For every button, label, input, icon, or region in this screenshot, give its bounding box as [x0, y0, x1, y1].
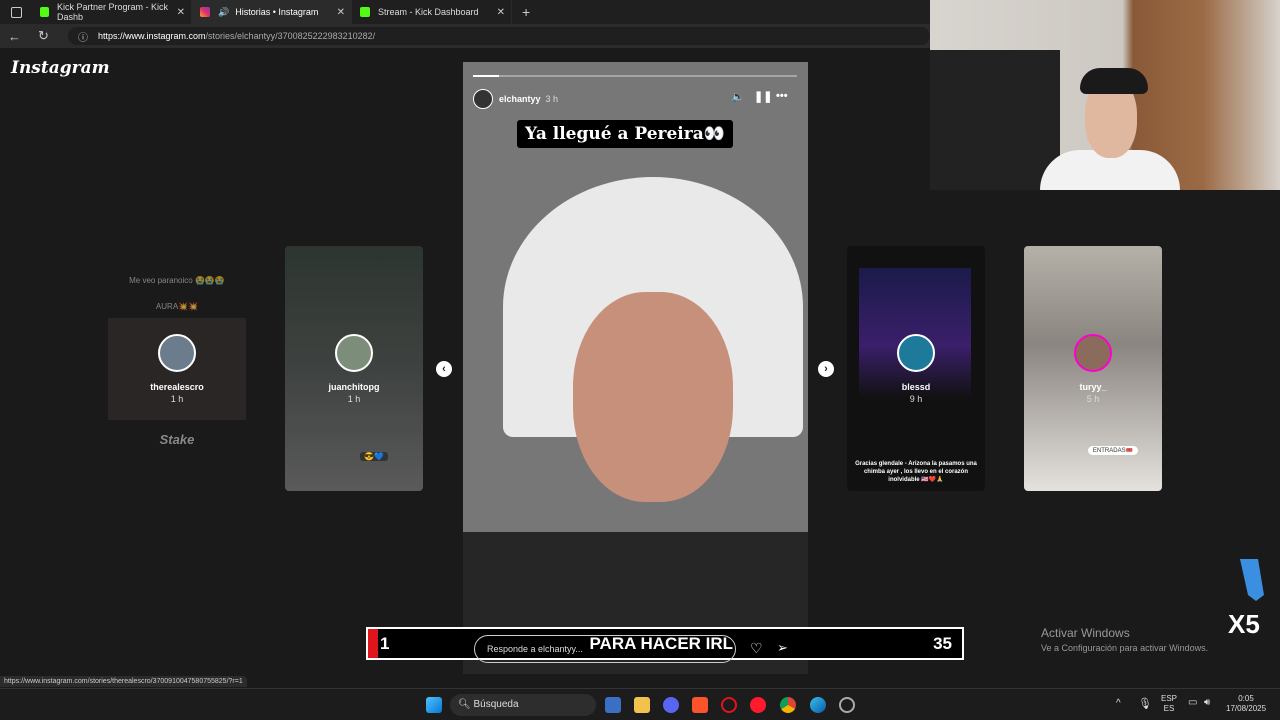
edge-icon[interactable] — [810, 697, 826, 713]
story-time: 3 h — [545, 94, 559, 104]
lang-label: ESP — [1161, 694, 1178, 703]
avatar — [1074, 334, 1112, 372]
activation-subtitle: Ve a Configuración para activar Windows. — [1041, 643, 1209, 653]
story-time: 5 h — [1086, 394, 1100, 404]
story-username: therealescro — [150, 382, 204, 392]
reply-placeholder: Responde a elchantyy... — [487, 644, 583, 654]
chrome-icon[interactable] — [780, 697, 796, 713]
story-reply-input[interactable]: Responde a elchantyy... — [474, 635, 736, 663]
file-explorer-icon[interactable] — [634, 697, 650, 713]
taskbar-search[interactable]: 🔍︎ Búsqueda — [450, 694, 596, 716]
tab-instagram[interactable]: 🔊 Historias • Instagram ✕ — [192, 0, 352, 24]
multiplier-badge: X5 — [1228, 559, 1264, 637]
new-tab-button[interactable]: + — [522, 4, 530, 20]
story-username[interactable]: elchantyy — [499, 94, 541, 104]
goal-right-number: 35 — [933, 633, 952, 653]
avatar — [158, 334, 196, 372]
search-label: Búsqueda — [473, 699, 519, 710]
tab-kick-partner[interactable]: Kick Partner Program - Kick Dashb ✕ — [32, 0, 192, 24]
url-path: /stories/elchantyy/3700825222983210282/ — [205, 31, 376, 41]
active-story[interactable]: elchantyy 3 h 🔈 ❚❚ ••• Ya llegué a Perei… — [463, 62, 808, 674]
status-url: https://www.instagram.com/stories/therea… — [0, 676, 247, 687]
microphone-icon[interactable]: 🎙︎ — [1138, 697, 1152, 710]
opera-gx-icon[interactable] — [721, 697, 737, 713]
story-time: 9 h — [909, 394, 923, 404]
story-username: blessd — [901, 382, 931, 392]
tab-label: Kick Partner Program - Kick Dashb — [57, 2, 169, 22]
prev-story-button[interactable]: ‹ — [436, 361, 452, 377]
clock-time: 0:05 — [1238, 694, 1254, 703]
story-text: ENTRADAS🎟️ — [1088, 446, 1138, 455]
story-preview-juanchitopg[interactable]: juanchitopg 1 h 😎💙 — [285, 246, 423, 491]
url-host: https://www.instagram.com — [98, 31, 206, 41]
opera-icon[interactable] — [750, 697, 766, 713]
chevron-up-icon[interactable]: ^ — [1116, 698, 1121, 709]
instagram-icon — [200, 7, 210, 17]
reload-icon[interactable]: ↻ — [29, 28, 58, 44]
address-bar: ← ↻ ⓘ https://www.instagram.com/stories/… — [0, 24, 930, 48]
story-username: juanchitopg — [328, 382, 380, 392]
story-text: Me veo paranoico 😭😭😭 — [129, 276, 225, 285]
stake-logo: Stake — [159, 432, 195, 447]
webcam-feed — [930, 0, 1280, 190]
story-preview-therealescro[interactable]: Me veo paranoico 😭😭😭 AURA💥💥 therealescro… — [108, 246, 246, 491]
pause-icon[interactable]: ❚❚ — [754, 90, 772, 103]
story-preview-turyy[interactable]: turyy_ 5 h ENTRADAS🎟️ — [1024, 246, 1162, 491]
close-icon[interactable]: ✕ — [337, 7, 345, 18]
instagram-logo[interactable]: Instagram — [11, 58, 110, 78]
clock-date: 17/08/2025 — [1226, 704, 1267, 713]
avatar — [335, 334, 373, 372]
clock[interactable]: 0:05 17/08/2025 — [1226, 694, 1266, 714]
avatar — [897, 334, 935, 372]
close-icon[interactable]: ✕ — [497, 7, 505, 18]
story-header: elchantyy 3 h — [473, 88, 558, 110]
like-icon[interactable]: ♡ — [750, 640, 763, 657]
windows-activation-watermark: Activar Windows Ve a Configuración para … — [1041, 626, 1208, 653]
discord-icon[interactable] — [663, 697, 679, 713]
story-username: turyy_ — [1079, 382, 1107, 392]
avatar[interactable] — [473, 89, 493, 109]
volume-icon[interactable]: 🔊︎ — [1204, 697, 1210, 708]
brave-icon[interactable] — [692, 697, 708, 713]
kick-icon — [360, 7, 370, 17]
story-text: 😎💙 — [360, 452, 388, 461]
tab-actions-icon[interactable] — [11, 6, 22, 18]
site-info-icon[interactable]: ⓘ — [78, 29, 88, 44]
multiplier-text: X5 — [1228, 609, 1260, 637]
next-story-button[interactable]: › — [818, 361, 834, 377]
activation-title: Activar Windows — [1041, 626, 1130, 640]
tab-label: Stream - Kick Dashboard — [378, 7, 479, 17]
kick-icon — [40, 7, 50, 17]
story-progress — [473, 75, 797, 77]
tab-kick-stream[interactable]: Stream - Kick Dashboard ✕ — [352, 0, 512, 24]
url-field[interactable]: ⓘ https://www.instagram.com/stories/elch… — [68, 27, 930, 45]
speaker-icon[interactable]: 🔊 — [218, 7, 229, 18]
instagram-stories-page: Instagram Me veo paranoico 😭😭😭 AURA💥💥 th… — [0, 48, 1162, 688]
send-icon[interactable]: ➢ — [777, 640, 788, 656]
copilot-icon[interactable] — [605, 697, 621, 713]
close-icon[interactable]: ✕ — [177, 7, 185, 18]
story-caption: Ya llegué a Pereira👀 — [517, 120, 733, 148]
lang-sub: ES — [1163, 704, 1175, 713]
search-icon: 🔍︎ — [458, 699, 474, 710]
story-time: 1 h — [347, 394, 361, 404]
tab-label: Historias • Instagram — [235, 7, 319, 17]
input-language[interactable]: ESP ES — [1161, 694, 1177, 714]
story-time: 1 h — [170, 394, 184, 404]
start-icon[interactable] — [426, 697, 442, 713]
volume-icon[interactable]: 🔈 — [731, 90, 745, 103]
browser-tabbar: Kick Partner Program - Kick Dashb ✕ 🔊 Hi… — [0, 0, 930, 24]
network-icon[interactable]: ▭ — [1188, 697, 1197, 708]
app-icon[interactable] — [839, 697, 855, 713]
more-options-icon[interactable]: ••• — [776, 90, 788, 102]
windows-taskbar: 🔍︎ Búsqueda ^ 🎙︎ ESP ES ▭ 🔊︎ 0:05 17/08/… — [0, 688, 1280, 720]
goal-accent — [368, 629, 378, 658]
goal-left-number: 1 — [380, 633, 390, 653]
story-text: AURA💥💥 — [155, 302, 199, 311]
story-preview-blessd[interactable]: blessd 9 h Gracias glendale - Arizona la… — [847, 246, 985, 491]
story-text: Gracias glendale - Arizona la pasamos un… — [855, 461, 977, 483]
back-icon[interactable]: ← — [0, 29, 29, 44]
